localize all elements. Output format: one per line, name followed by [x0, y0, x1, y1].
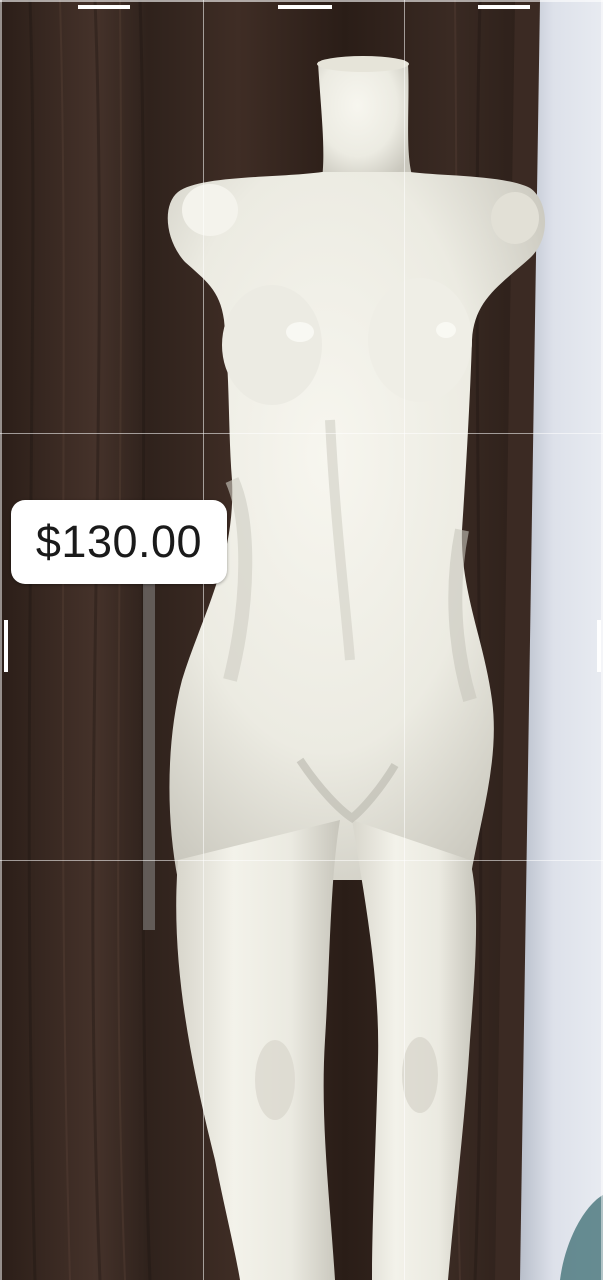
- mannequin-image: [0, 0, 603, 1280]
- crop-handle-top-left[interactable]: [78, 5, 130, 9]
- price-badge: $130.00: [11, 500, 227, 584]
- crop-grid-line-h2: [0, 860, 603, 861]
- crop-border-left: [0, 0, 2, 1280]
- photo-editor-canvas[interactable]: $130.00: [0, 0, 603, 1280]
- crop-handle-top-center[interactable]: [278, 5, 332, 9]
- crop-grid-line-h1: [0, 433, 603, 434]
- crop-grid-line-v1: [203, 0, 204, 1280]
- price-label: $130.00: [35, 516, 203, 567]
- crop-grid-line-v2: [404, 0, 405, 1280]
- crop-border-top: [0, 0, 603, 2]
- crop-handle-left[interactable]: [4, 620, 8, 672]
- crop-handle-top-right[interactable]: [478, 5, 530, 9]
